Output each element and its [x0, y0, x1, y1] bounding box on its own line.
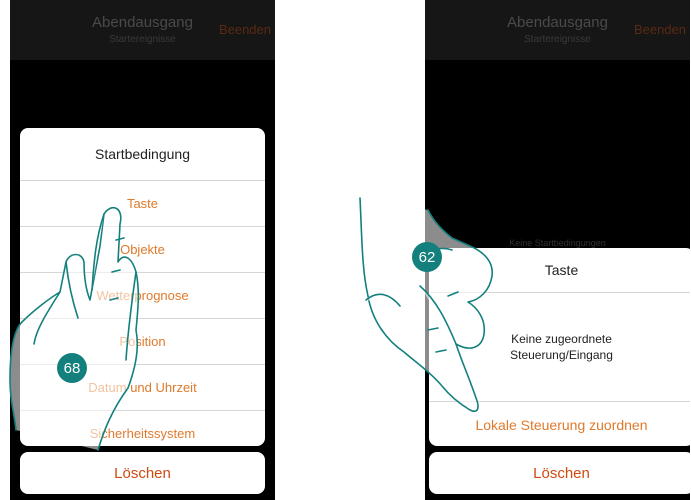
top-bar: Abendausgang Startereignisse Beenden — [425, 0, 690, 60]
end-button[interactable]: Beenden — [634, 22, 686, 37]
delete-button[interactable]: Löschen — [20, 452, 265, 494]
step-badge-68: 68 — [57, 353, 87, 383]
menu-item-objekte[interactable]: Objekte — [20, 226, 265, 272]
menu-item-taste[interactable]: Taste — [20, 180, 265, 226]
menu-item-wetterprognose[interactable]: Wetterprognose — [20, 272, 265, 318]
button-config-sheet: Taste Keine zugeordnete Steuerung/Eingan… — [429, 248, 690, 446]
no-start-conditions-text: Keine Startbedingungen — [509, 238, 606, 248]
sheet-title: Taste — [544, 262, 579, 278]
top-bar: Abendausgang Startereignisse Beenden — [10, 0, 275, 60]
end-button[interactable]: Beenden — [219, 22, 271, 37]
sheet-title: Startbedingung — [95, 146, 190, 162]
delete-button[interactable]: Löschen — [429, 452, 690, 494]
phone-screen-right: Abendausgang Startereignisse Beenden Kei… — [425, 0, 690, 500]
menu-item-sicherheitssystem[interactable]: Sicherheitssystem — [20, 410, 265, 446]
start-condition-sheet: Startbedingung Taste Objekte Wetterprogn… — [20, 128, 265, 446]
step-badge-62: 62 — [412, 242, 442, 272]
phone-screen-left: Abendausgang Startereignisse Beenden Sta… — [10, 0, 275, 500]
no-assignment-message: Keine zugeordnete Steuerung/Eingang — [510, 332, 613, 362]
menu-item-position[interactable]: Position — [20, 318, 265, 364]
message-area: Keine zugeordnete Steuerung/Eingang — [429, 292, 690, 401]
assign-local-control-button[interactable]: Lokale Steuerung zuordnen — [429, 401, 690, 446]
